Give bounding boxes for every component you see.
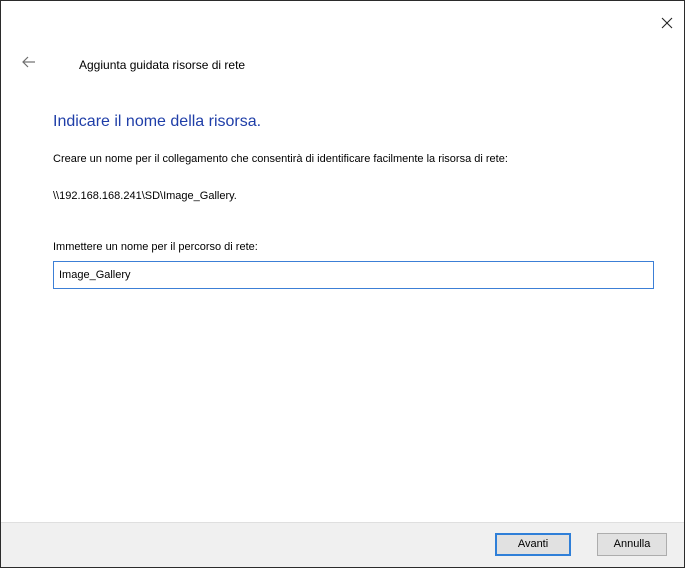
cancel-button[interactable]: Annulla	[597, 533, 667, 556]
back-arrow-icon	[22, 56, 35, 68]
wizard-title: Aggiunta guidata risorse di rete	[79, 58, 246, 72]
wizard-window: Aggiunta guidata risorse di rete Indicar…	[0, 0, 685, 568]
description-text: Creare un nome per il collegamento che c…	[53, 153, 508, 165]
next-button[interactable]: Avanti	[495, 533, 571, 556]
network-path-text: \\192.168.168.241\SD\Image_Gallery.	[53, 190, 237, 202]
close-icon	[661, 17, 673, 29]
close-button[interactable]	[652, 9, 682, 37]
back-button[interactable]	[15, 51, 43, 73]
network-name-input[interactable]	[53, 261, 654, 289]
page-heading: Indicare il nome della risorsa.	[53, 113, 262, 130]
button-bar: Avanti Annulla	[1, 522, 684, 567]
name-field-label: Immettere un nome per il percorso di ret…	[53, 241, 258, 253]
